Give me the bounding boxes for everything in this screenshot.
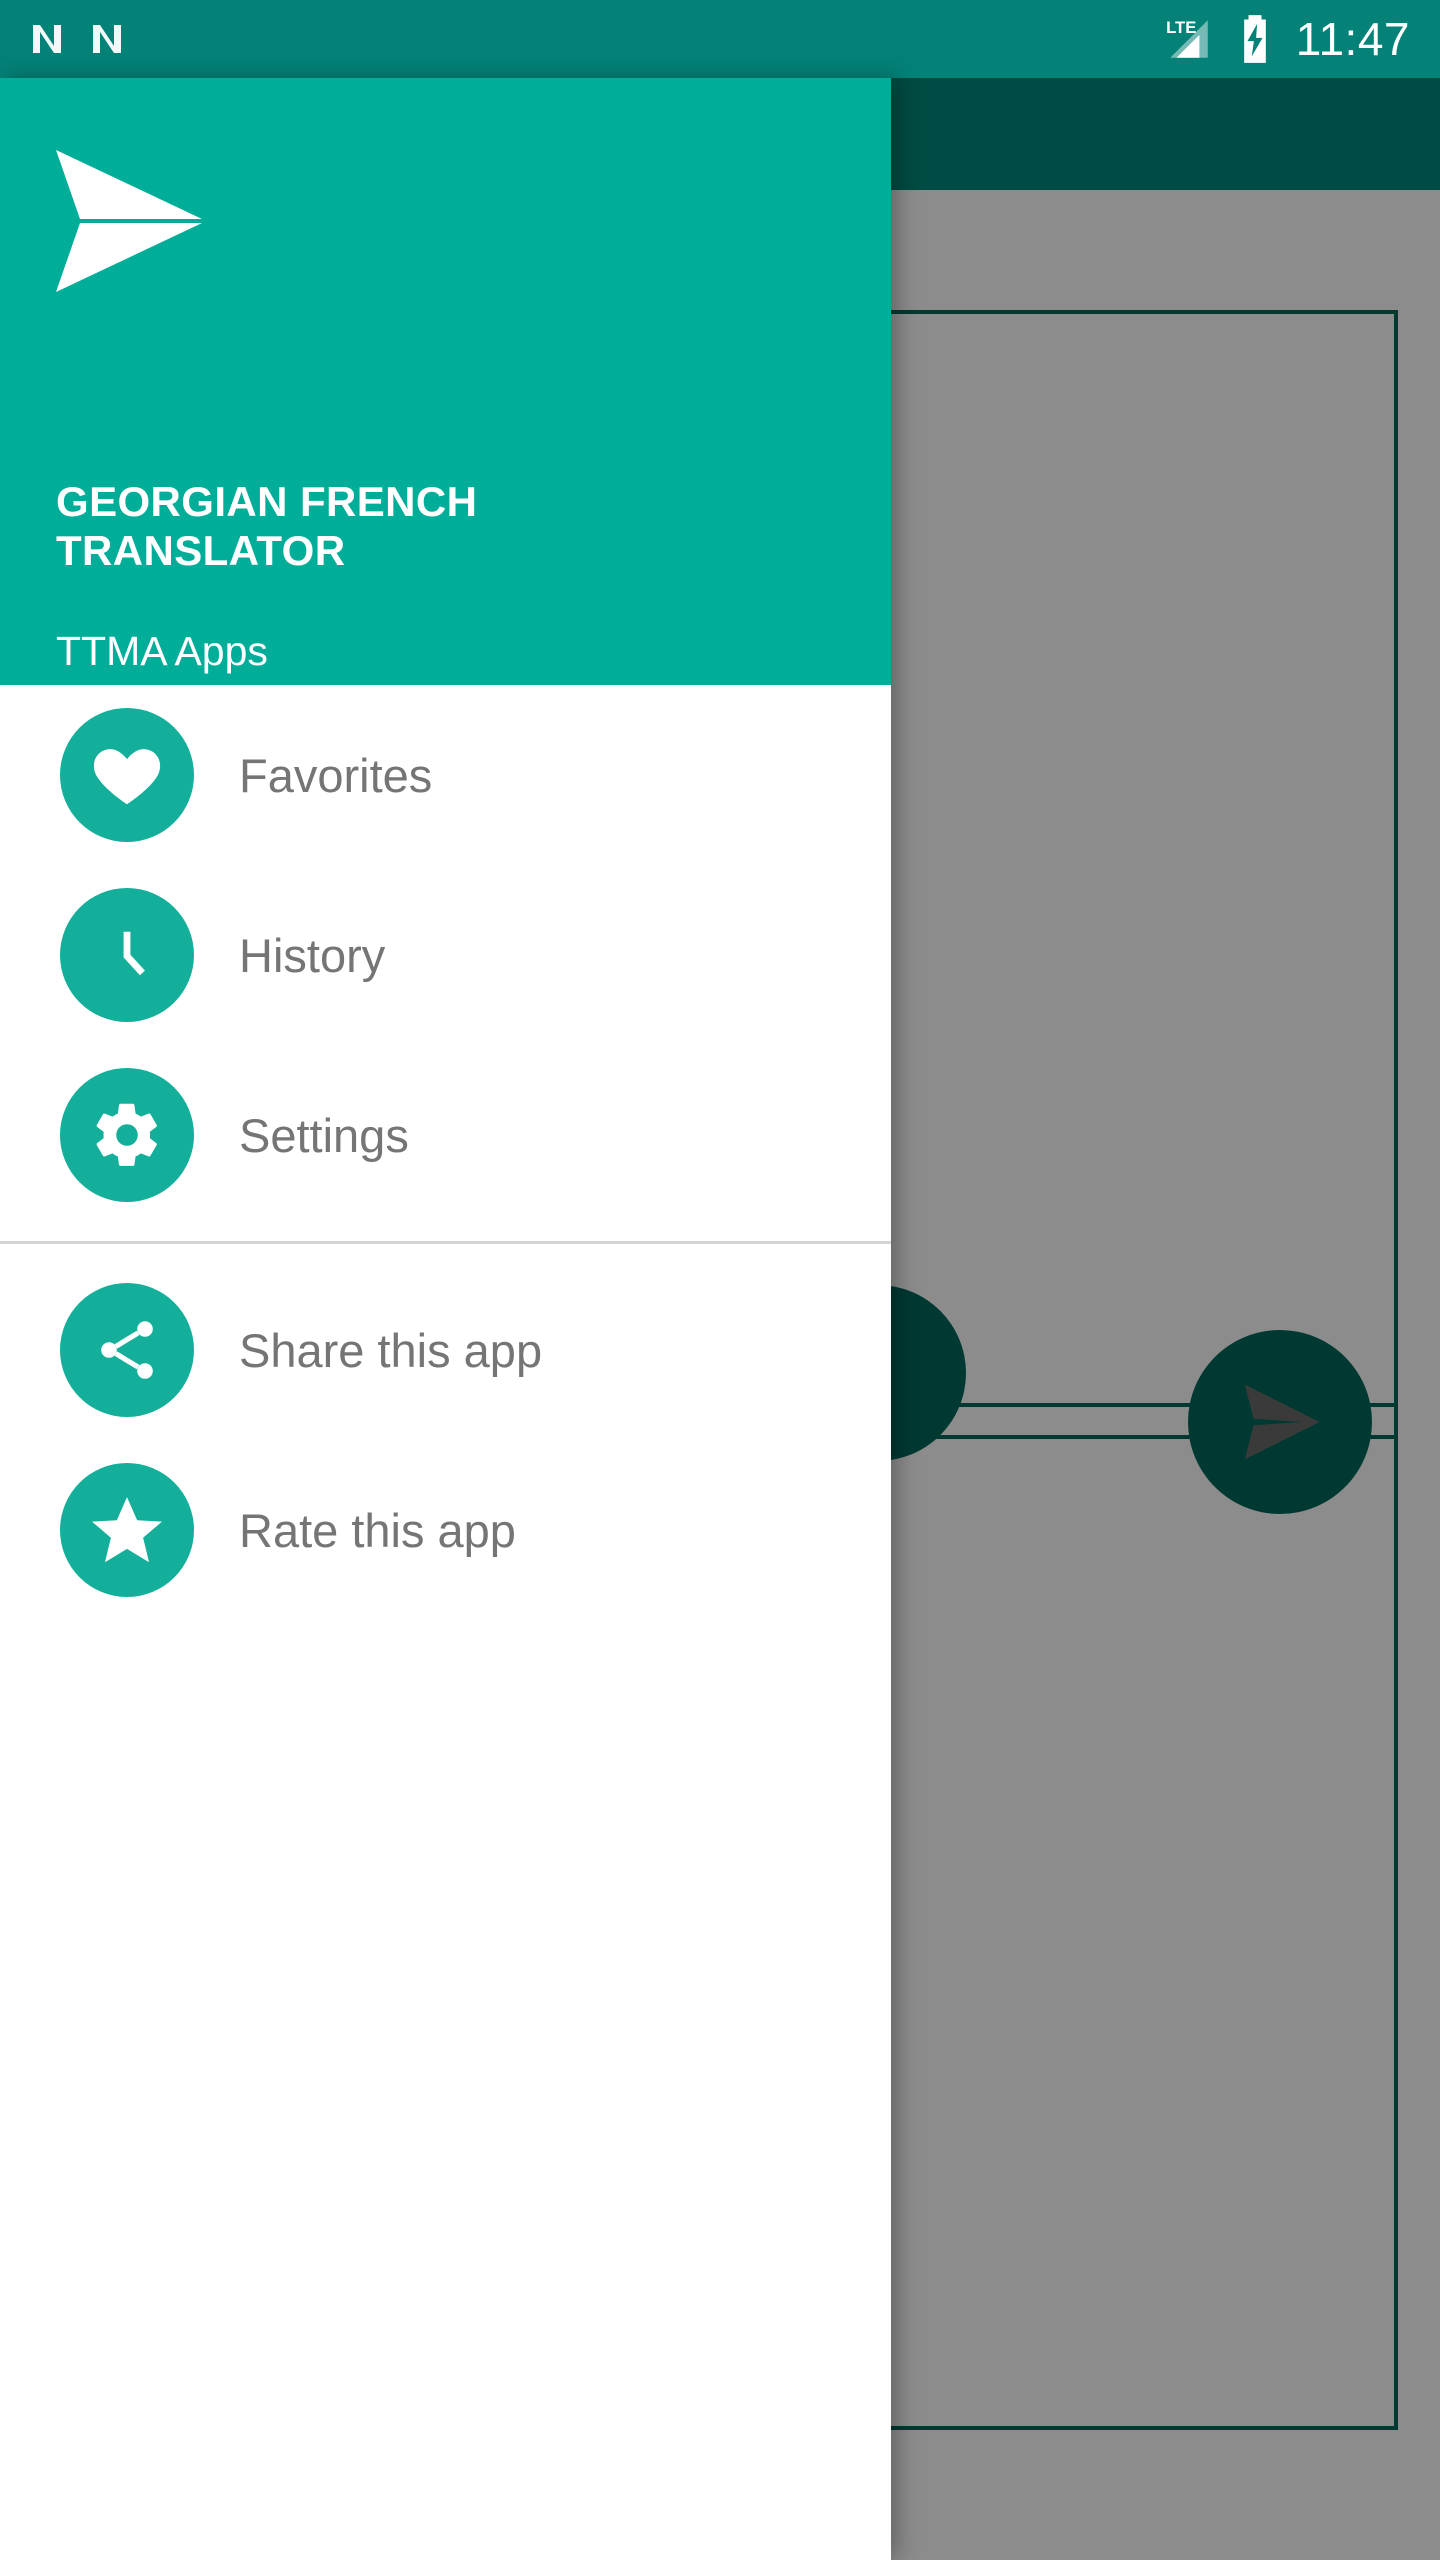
status-bar-notifications: [26, 0, 128, 78]
menu-item-label: History: [239, 928, 386, 982]
status-bar-clock: 11:47: [1295, 13, 1410, 65]
battery-charging-icon: [1243, 15, 1266, 63]
menu-item-label: Favorites: [239, 748, 433, 802]
star-icon-badge: [60, 1463, 194, 1597]
svg-text:LTE: LTE: [1166, 18, 1196, 37]
menu-item-favorites[interactable]: Favorites: [0, 685, 891, 865]
share-icon-badge: [60, 1283, 194, 1417]
notification-n-icon: [93, 25, 121, 53]
app-screen: FRENCH LTE: [0, 0, 1440, 2560]
menu-divider: [0, 1241, 891, 1244]
menu-item-history[interactable]: History: [0, 865, 891, 1045]
drawer-app-name: GEORGIAN FRENCH TRANSLATOR: [56, 478, 478, 574]
heart-icon: [93, 749, 161, 805]
gear-icon-badge: [60, 1068, 194, 1202]
menu-item-label: Share this app: [239, 1323, 543, 1377]
menu-item-settings[interactable]: Settings: [0, 1045, 891, 1225]
drawer-developer-name: TTMA Apps: [56, 628, 268, 674]
navigation-drawer: GEORGIAN FRENCH TRANSLATOR TTMA Apps Fav…: [0, 78, 891, 2560]
menu-item-share[interactable]: Share this app: [0, 1260, 891, 1440]
lte-signal-icon: LTE: [1166, 18, 1208, 58]
clock-icon: [123, 931, 145, 976]
menu-item-label: Settings: [239, 1108, 409, 1162]
notification-n-icon: [33, 25, 61, 53]
menu-item-rate[interactable]: Rate this app: [0, 1440, 891, 1620]
paper-plane-send-logo: [56, 150, 202, 292]
clock-icon-badge: [60, 888, 194, 1022]
status-bar: LTE 11:47: [0, 0, 1440, 78]
status-bar-indicators: LTE 11:47: [1164, 0, 1410, 78]
drawer-header: GEORGIAN FRENCH TRANSLATOR TTMA Apps: [0, 78, 891, 685]
app-logo: [52, 146, 238, 296]
share-icon: [101, 1321, 153, 1379]
heart-icon-badge: [60, 708, 194, 842]
gear-icon: [96, 1103, 157, 1166]
drawer-menu: Favorites History Settings Share this ap…: [0, 685, 891, 1620]
star-icon: [92, 1497, 162, 1563]
menu-item-label: Rate this app: [239, 1503, 516, 1557]
